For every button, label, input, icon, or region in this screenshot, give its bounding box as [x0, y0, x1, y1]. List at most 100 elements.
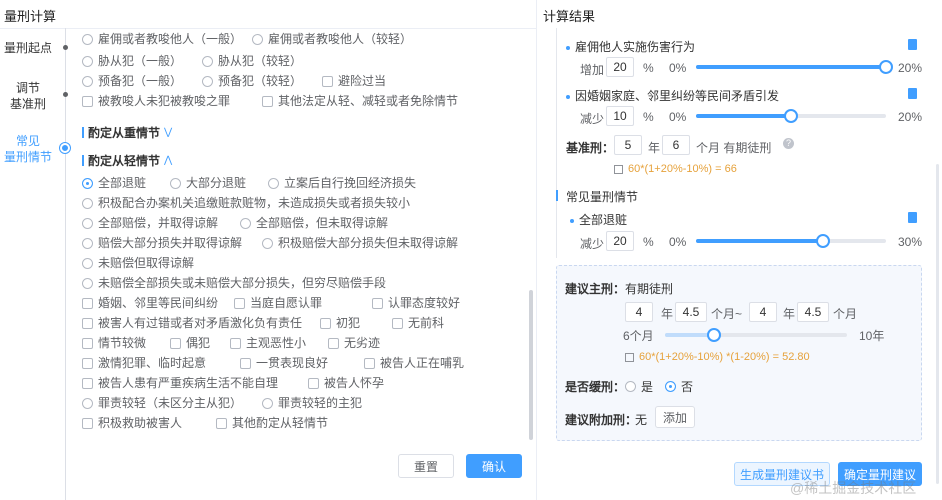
- checkbox-icon[interactable]: [262, 95, 273, 107]
- radio-option[interactable]: 雇佣或者教唆他人（较轻）: [252, 31, 412, 47]
- radio-icon[interactable]: [202, 55, 213, 67]
- checkbox-option[interactable]: 婚姻、邻里等民间纠纷: [82, 295, 218, 311]
- checkbox-icon[interactable]: [240, 357, 251, 369]
- reset-button[interactable]: 重置: [398, 454, 454, 478]
- radio-option[interactable]: 胁从犯（一般）: [82, 53, 182, 69]
- checkbox-option[interactable]: 一贯表现良好: [240, 355, 328, 371]
- checkbox-option[interactable]: 偶犯: [170, 335, 210, 351]
- checkbox-icon[interactable]: [234, 297, 245, 309]
- checkbox-icon[interactable]: [322, 75, 333, 87]
- radio-option[interactable]: 未赔偿但取得谅解: [82, 255, 194, 271]
- slider-handle[interactable]: [815, 234, 830, 248]
- radio-icon[interactable]: [82, 397, 93, 409]
- section-heavier-title[interactable]: 酌定从重情节 ⋁: [82, 124, 172, 141]
- radio-option[interactable]: 积极配合办案机关追缴赃款赃物，未造成损失或者损失较小: [82, 195, 410, 211]
- radio-option[interactable]: 未赔偿全部损失或未赔偿大部分损失，但穷尽赔偿手段: [82, 275, 386, 291]
- radio-option[interactable]: 赔偿大部分损失并取得谅解: [82, 235, 242, 251]
- checkbox-icon[interactable]: [82, 357, 93, 369]
- checkbox-icon[interactable]: [230, 337, 241, 349]
- nav-item-common-factors[interactable]: 常见 量刑情节: [0, 133, 56, 165]
- nav-item-start-point[interactable]: 量刑起点: [0, 40, 56, 56]
- checkbox-option[interactable]: 避险过当: [322, 73, 386, 89]
- checkbox-option[interactable]: 初犯: [320, 315, 360, 331]
- right-scrollbar[interactable]: [936, 164, 939, 484]
- radio-option[interactable]: 立案后自行挽回经济损失: [268, 175, 416, 191]
- checkbox-option[interactable]: 情节较微: [82, 335, 146, 351]
- add-extra-penalty-button[interactable]: 添加: [655, 406, 695, 428]
- document-icon[interactable]: [908, 212, 917, 223]
- radio-icon[interactable]: [262, 397, 273, 409]
- checkbox-icon[interactable]: [216, 417, 227, 429]
- max-years-input[interactable]: 4: [749, 302, 777, 322]
- checkbox-option[interactable]: 主观恶性小: [230, 335, 306, 351]
- checkbox-icon[interactable]: [320, 317, 331, 329]
- radio-icon[interactable]: [82, 55, 93, 67]
- radio-icon[interactable]: [170, 177, 181, 189]
- confirm-button[interactable]: 确认: [466, 454, 522, 478]
- radio-option[interactable]: 大部分退赃: [170, 175, 246, 191]
- radio-icon-selected[interactable]: [665, 381, 676, 392]
- checkbox-option[interactable]: 被告人患有严重疾病生活不能自理: [82, 375, 278, 391]
- radio-option[interactable]: 全部退赃: [82, 175, 146, 191]
- slider-handle[interactable]: [707, 328, 722, 342]
- slider-handle[interactable]: [879, 60, 893, 74]
- adjust-slider[interactable]: [696, 234, 886, 248]
- radio-icon[interactable]: [268, 177, 279, 189]
- radio-option[interactable]: 积极赔偿大部分损失但未取得谅解: [262, 235, 458, 251]
- radio-icon[interactable]: [82, 277, 93, 289]
- radio-icon[interactable]: [82, 257, 93, 269]
- base-months-input[interactable]: 6: [662, 135, 690, 155]
- checkbox-icon[interactable]: [308, 377, 319, 389]
- percent-input[interactable]: 20: [606, 57, 634, 77]
- checkbox-icon[interactable]: [170, 337, 181, 349]
- checkbox-icon[interactable]: [328, 337, 339, 349]
- radio-option[interactable]: 罪责较轻的主犯: [262, 395, 362, 411]
- section-lighter-title[interactable]: 酌定从轻情节 ⋀: [82, 152, 172, 169]
- chevron-up-icon[interactable]: ⋀: [164, 155, 172, 166]
- radio-option[interactable]: 预备犯（较轻）: [202, 73, 302, 89]
- adjust-slider[interactable]: [696, 109, 886, 123]
- radio-icon[interactable]: [82, 237, 93, 249]
- percent-input[interactable]: 10: [606, 106, 634, 126]
- max-months-input[interactable]: 4.5: [797, 302, 829, 322]
- adjust-slider[interactable]: [696, 60, 893, 74]
- min-years-input[interactable]: 4: [625, 302, 653, 322]
- radio-icon[interactable]: [82, 75, 93, 87]
- radio-icon[interactable]: [202, 75, 213, 87]
- checkbox-option[interactable]: 无前科: [392, 315, 444, 331]
- probation-no-option[interactable]: 否: [665, 378, 693, 395]
- help-icon[interactable]: ?: [783, 138, 794, 149]
- radio-option[interactable]: 预备犯（一般）: [82, 73, 182, 89]
- document-icon[interactable]: [908, 88, 917, 99]
- checkbox-icon[interactable]: [82, 417, 93, 429]
- base-years-input[interactable]: 5: [614, 135, 642, 155]
- checkbox-icon[interactable]: [82, 297, 93, 309]
- checkbox-icon[interactable]: [372, 297, 383, 309]
- radio-icon[interactable]: [240, 217, 251, 229]
- radio-icon[interactable]: [82, 217, 93, 229]
- slider-handle[interactable]: [784, 109, 798, 123]
- checkbox-icon[interactable]: [364, 357, 375, 369]
- checkbox-option[interactable]: 积极救助被害人: [82, 415, 182, 431]
- checkbox-option[interactable]: 当庭自愿认罪: [234, 295, 322, 311]
- checkbox-option[interactable]: 被害人有过错或者对矛盾激化负有责任: [82, 315, 302, 331]
- radio-icon[interactable]: [262, 237, 273, 249]
- checkbox-option[interactable]: 其他酌定从轻情节: [216, 415, 328, 431]
- checkbox-option[interactable]: 其他法定从轻、减轻或者免除情节: [262, 93, 458, 109]
- chevron-down-icon[interactable]: ⋁: [164, 127, 172, 138]
- min-months-input[interactable]: 4.5: [675, 302, 707, 322]
- checkbox-option[interactable]: 无劣迹: [328, 335, 380, 351]
- checkbox-icon[interactable]: [82, 337, 93, 349]
- radio-option[interactable]: 全部赔偿，但未取得谅解: [240, 215, 388, 231]
- radio-option[interactable]: 胁从犯（较轻）: [202, 53, 302, 69]
- checkbox-option[interactable]: 被告人正在哺乳: [364, 355, 464, 371]
- checkbox-icon[interactable]: [82, 95, 93, 107]
- checkbox-icon[interactable]: [82, 377, 93, 389]
- checkbox-option[interactable]: 被告人怀孕: [308, 375, 384, 391]
- checkbox-option[interactable]: 激情犯罪、临时起意: [82, 355, 206, 371]
- checkbox-icon[interactable]: [392, 317, 403, 329]
- radio-icon[interactable]: [82, 197, 93, 209]
- probation-yes-option[interactable]: 是: [625, 378, 653, 395]
- radio-option[interactable]: 罪责较轻（未区分主从犯）: [82, 395, 242, 411]
- range-slider[interactable]: [665, 328, 847, 342]
